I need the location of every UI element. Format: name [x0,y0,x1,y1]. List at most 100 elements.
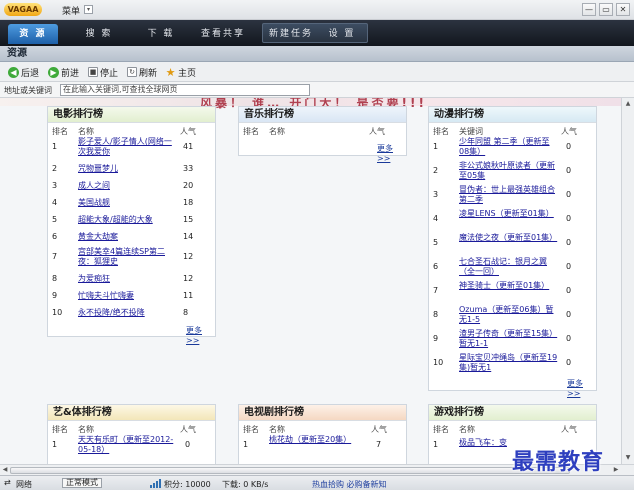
row-name-link[interactable]: 神圣骑士（更新至01集） [459,281,559,291]
vertical-scrollbar[interactable]: ▲ ▼ [621,98,634,464]
row-rank: 4 [433,214,439,223]
table-row: 1 桃花劫（更新至20集） 7 [239,435,406,459]
minimize-button[interactable]: — [582,3,596,16]
horizontal-scroll-thumb[interactable] [10,467,570,474]
maximize-button[interactable]: ▭ [599,3,613,16]
scroll-left-icon[interactable]: ◀ [0,465,10,475]
row-name-link[interactable]: 影子爱人/影子情人(网络一次我爱你 [78,137,176,157]
table-row: 1 影子爱人/影子情人(网络一次我爱你 41 [48,137,215,162]
table-row: 2 非公式娘秋叶原读者（更新至05集 0 [429,161,596,185]
stop-button[interactable]: ■ 停止 [88,65,118,79]
col-rank: 排名 [433,425,449,434]
menu-chevron-down-icon[interactable]: ▾ [84,5,93,14]
tab-view-shared[interactable]: 查看共享 [196,24,250,44]
row-rank: 8 [433,310,439,319]
row-name-link[interactable]: Ozuma（更新至06集）暂无1-5 [459,305,559,325]
nav-toolbar: ◀ 后退 ▶ 前进 ■ 停止 ↻ 刷新 ★ 主页 [0,62,634,82]
music-column-header: 排名 名称 人气 [239,123,406,137]
scroll-down-icon[interactable]: ▼ [623,453,633,463]
row-name-link[interactable]: 少年同盟 第二季（更新至08集） [459,137,559,157]
stop-icon: ■ [88,67,98,77]
tab-download[interactable]: 下 载 [138,24,184,44]
row-name-link[interactable]: 成人之间 [78,181,176,191]
row-name-link[interactable]: 为爱痴狂 [78,274,176,284]
tab-search[interactable]: 搜 索 [76,24,122,44]
row-name-link[interactable]: 七合圣石战记：银月之翼（全一回） [459,257,559,277]
col-popularity: 人气 [180,127,196,136]
table-row: 7 宫部美幸4篇连续SP第二夜：狐狸史 12 [48,247,215,272]
window-controls: — ▭ ✕ [582,3,630,16]
status-hint-link[interactable]: 热血拾购 必购备新知 [312,479,387,490]
row-popularity: 0 [566,358,572,367]
music-more-link[interactable]: 更多>> [377,143,406,163]
forward-button[interactable]: ▶ 前进 [48,65,79,79]
address-input[interactable]: 在此输入关键词,可查找全球网页 [60,84,310,96]
table-row: 8 为爱痴狂 12 [48,272,215,289]
row-rank: 1 [52,142,58,151]
content-area: 风暴！ 谁… 开门大！ 是否要!!! 电影排行榜 排名 名称 人气 1 影子爱人… [0,98,621,464]
row-name-link[interactable]: 超能大象/超能的大象 [78,215,176,225]
row-name-link[interactable]: 凌星LENS（更新至01集） [459,209,559,219]
main-tab-bar: 资 源 搜 索 下 载 查看共享 新建任务 设 置 [0,20,634,46]
home-label: 主页 [178,68,197,79]
scroll-right-icon[interactable]: ▶ [611,465,621,475]
ad-banner[interactable]: 风暴！ 谁… 开门大！ 是否要!!! [0,98,621,110]
tab-resources[interactable]: 资 源 [8,24,58,44]
variety-panel-title: 艺&体排行榜 [48,405,215,421]
table-row: 3 成人之间 20 [48,179,215,196]
row-name-link[interactable]: 咒物噩梦儿 [78,164,176,174]
row-name-link[interactable]: 美国战舰 [78,198,176,208]
refresh-icon: ↻ [127,67,137,77]
tab-new-task[interactable]: 新建任务 [266,24,316,44]
mode-indicator[interactable]: 正常模式 [62,478,102,488]
row-rank: 3 [52,181,58,190]
col-rank: 排名 [52,425,68,434]
col-popularity: 人气 [561,425,577,434]
network-label[interactable]: 网络 [16,479,32,490]
anime-column-header: 排名 关键词 人气 [429,123,596,137]
row-popularity: 33 [183,164,194,173]
anime-more-link[interactable]: 更多>> [567,378,596,398]
row-popularity: 12 [183,252,194,261]
tv-ranking-panel: 电视剧排行榜 排名 名称 人气 1 桃花劫（更新至20集） 7 [238,404,407,464]
app-logo: VAGAA [4,3,42,16]
row-name-link[interactable]: 桃花劫（更新至20集） [269,435,359,445]
download-speed: 下载: 0 KB/s [222,480,269,489]
movie-more-link[interactable]: 更多>> [186,325,215,345]
anime-list: 1 少年同盟 第二季（更新至08集） 0 2 非公式娘秋叶原读者（更新至05集 … [429,137,596,377]
close-button[interactable]: ✕ [616,3,630,16]
title-bar: VAGAA 菜单 ▾ — ▭ ✕ [0,0,634,20]
row-popularity: 0 [566,190,572,199]
forward-arrow-icon: ▶ [48,66,59,78]
row-rank: 1 [433,142,439,151]
table-row: 10 永不投降/绝不投降 8 [48,306,215,323]
row-name-link[interactable]: 宫部美幸4篇连续SP第二夜：狐狸史 [78,247,176,267]
refresh-button[interactable]: ↻ 刷新 [127,65,157,79]
row-popularity: 12 [183,274,194,283]
back-button[interactable]: ◀ 后退 [8,65,39,79]
tab-settings[interactable]: 设 置 [320,24,364,44]
row-name-link[interactable]: 非公式娘秋叶原读者（更新至05集 [459,161,559,181]
col-name: 名称 [269,425,285,434]
row-name-link[interactable]: 魔法使之夜（更新至01集） [459,233,559,243]
home-button[interactable]: ★ 主页 [165,65,196,79]
row-rank: 8 [52,274,58,283]
row-rank: 2 [52,164,58,173]
row-popularity: 18 [183,198,194,207]
col-keyword: 关键词 [459,127,483,136]
row-rank: 1 [52,440,58,449]
row-name-link[interactable]: 冒伪者：世上最强英雄组合 第二季 [459,185,559,205]
row-name-link[interactable]: 渣男子传奇（更新至15集）暂无1-1 [459,329,559,349]
row-name-link[interactable]: 永不投降/绝不投降 [78,308,176,318]
scroll-up-icon[interactable]: ▲ [623,99,633,109]
menu-button[interactable]: 菜单 [62,4,80,17]
address-label: 地址或关键词 [4,86,52,95]
table-row: 2 咒物噩梦儿 33 [48,162,215,179]
row-name-link[interactable]: 星际宝贝冲绳岛（更新至19集)暂无1 [459,353,559,373]
row-name-link[interactable]: 天天有乐町（更新至2012-05-18） [78,435,176,455]
col-rank: 排名 [243,425,259,434]
row-name-link[interactable]: 黄金大劫案 [78,232,176,242]
row-popularity: 20 [183,181,194,190]
row-name-link[interactable]: 忙嗨夫斗忙嗨妻 [78,291,176,301]
row-popularity: 0 [566,166,572,175]
